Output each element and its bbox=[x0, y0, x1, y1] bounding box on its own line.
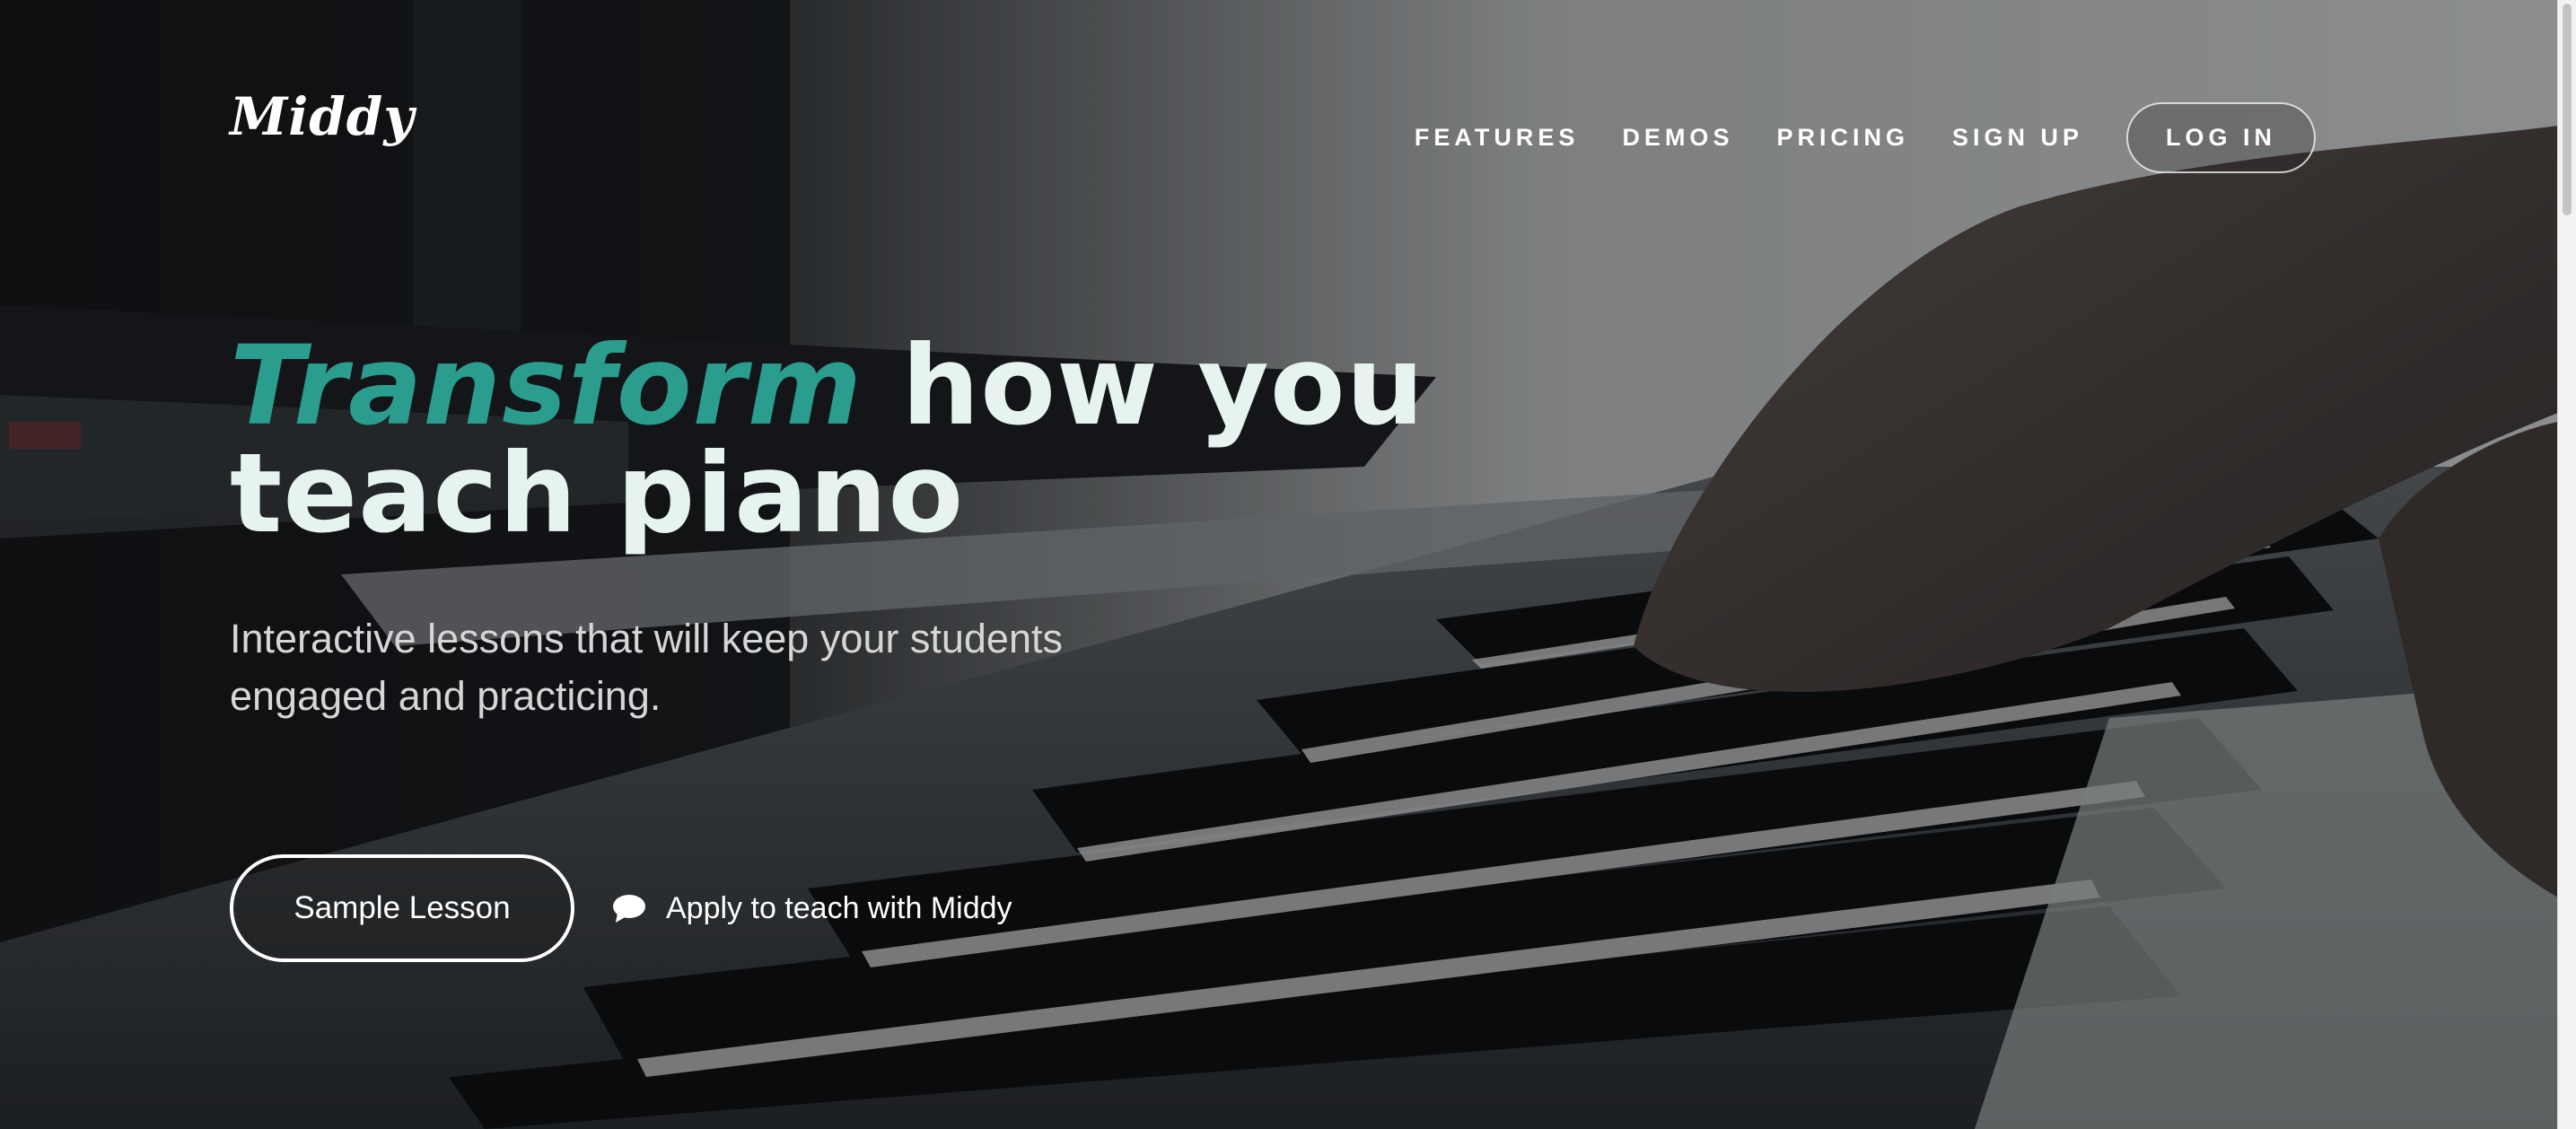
scrollbar-thumb[interactable] bbox=[2563, 4, 2572, 215]
headline-line-2: teach piano bbox=[230, 430, 965, 557]
chat-bubble-icon bbox=[613, 895, 645, 923]
hero-subtitle: Interactive lessons that will keep your … bbox=[230, 616, 1063, 719]
page-scrollbar[interactable] bbox=[2557, 0, 2576, 1129]
nav-pricing-link[interactable]: PRICING bbox=[1776, 124, 1909, 152]
login-button[interactable]: LOG IN bbox=[2126, 102, 2316, 173]
middy-logo[interactable]: Middy bbox=[230, 86, 415, 147]
headline-line-1: Transform how you bbox=[230, 331, 1424, 441]
main-nav: FEATURES DEMOS PRICING SIGN UP LOG IN bbox=[1371, 102, 2316, 173]
nav-features-link[interactable]: FEATURES bbox=[1415, 124, 1580, 152]
apply-to-teach-link[interactable]: Apply to teach with Middy bbox=[612, 891, 1012, 926]
nav-signup-link[interactable]: SIGN UP bbox=[1952, 124, 2083, 152]
hero-section: Middy FEATURES DEMOS PRICING SIGN UP LOG… bbox=[0, 0, 2558, 1129]
apply-to-teach-label: Apply to teach with Middy bbox=[666, 890, 1012, 925]
sample-lesson-button[interactable]: Sample Lesson bbox=[230, 854, 574, 962]
nav-demos-link[interactable]: DEMOS bbox=[1622, 124, 1733, 152]
hero-headline: Transform how you teach piano bbox=[230, 331, 1424, 557]
hero-cta-group: Sample Lesson Apply to teach with Middy bbox=[230, 854, 1012, 962]
